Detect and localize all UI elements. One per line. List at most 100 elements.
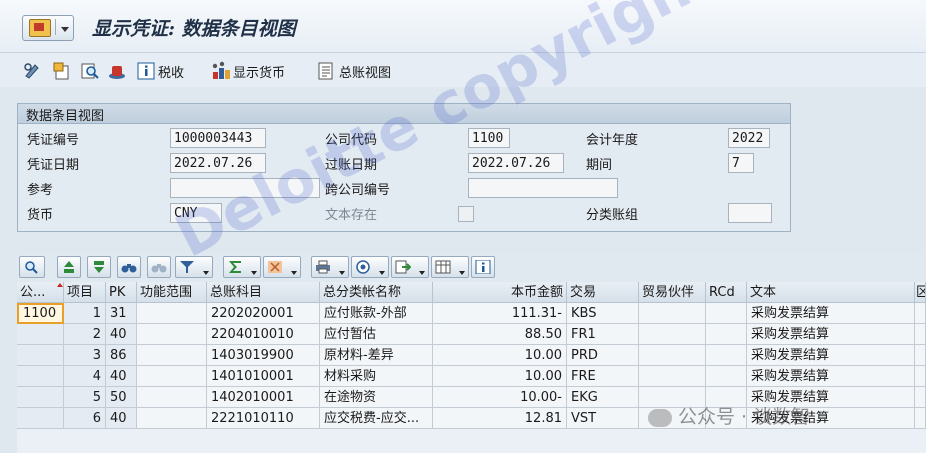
cell-text[interactable]: 采购发票结算: [747, 366, 915, 387]
cell-gl-name[interactable]: 应付暂估: [320, 324, 433, 345]
cell-company[interactable]: [17, 366, 64, 387]
ledger-icon[interactable]: [316, 61, 336, 81]
cell-rcd[interactable]: [706, 408, 747, 429]
cell-trading-partner[interactable]: [639, 345, 706, 366]
cell-transaction[interactable]: EKG: [567, 387, 639, 408]
cell-trading-partner[interactable]: [639, 303, 706, 324]
col-header-func-area[interactable]: 功能范围: [137, 282, 207, 303]
cell-transaction[interactable]: FRE: [567, 366, 639, 387]
cell-amount[interactable]: 111.31-: [433, 303, 567, 324]
col-header-rcd[interactable]: RCd: [706, 282, 747, 303]
col-header-gl-account[interactable]: 总账科目: [207, 282, 320, 303]
cell-func-area[interactable]: [137, 366, 207, 387]
gl-view-button[interactable]: 总账视图: [339, 62, 391, 81]
display-currency-button[interactable]: 显示货币: [233, 62, 285, 81]
cell-trading-partner[interactable]: [639, 408, 706, 429]
doc-no-field[interactable]: 1000003443: [170, 128, 266, 148]
display-change-icon[interactable]: [23, 61, 43, 81]
cell-transaction[interactable]: FR1: [567, 324, 639, 345]
cell-item[interactable]: 5: [64, 387, 106, 408]
cross-company-field[interactable]: [468, 178, 618, 198]
cell-trading-partner[interactable]: [639, 324, 706, 345]
cell-gl-account[interactable]: 1403019900: [207, 345, 320, 366]
cell-func-area[interactable]: [137, 408, 207, 429]
cell-item[interactable]: 6: [64, 408, 106, 429]
cell-amount[interactable]: 10.00: [433, 345, 567, 366]
text-exists-checkbox[interactable]: [458, 206, 474, 222]
cell-trading-partner[interactable]: [639, 366, 706, 387]
tax-button[interactable]: 税收: [158, 62, 184, 81]
cell-item[interactable]: 3: [64, 345, 106, 366]
cell-rcd[interactable]: [706, 303, 747, 324]
cell-extra[interactable]: [915, 345, 926, 366]
system-menu-button[interactable]: [22, 15, 74, 41]
cell-pk[interactable]: 40: [106, 366, 137, 387]
cell-extra[interactable]: [915, 408, 926, 429]
cell-amount[interactable]: 88.50: [433, 324, 567, 345]
fiscal-year-field[interactable]: 2022: [728, 128, 770, 148]
subtotal-button[interactable]: [263, 256, 301, 278]
cell-func-area[interactable]: [137, 324, 207, 345]
col-header-amount[interactable]: 本币金额: [433, 282, 567, 303]
cell-func-area[interactable]: [137, 345, 207, 366]
layout-button[interactable]: [431, 256, 469, 278]
cell-rcd[interactable]: [706, 366, 747, 387]
cell-gl-account[interactable]: 1401010001: [207, 366, 320, 387]
cell-transaction[interactable]: KBS: [567, 303, 639, 324]
cell-trading-partner[interactable]: [639, 387, 706, 408]
info-icon[interactable]: [136, 61, 156, 81]
cell-text[interactable]: 采购发票结算: [747, 345, 915, 366]
cell-company[interactable]: [17, 387, 64, 408]
sort-ascending-button[interactable]: [57, 256, 81, 278]
cell-amount[interactable]: 12.81: [433, 408, 567, 429]
period-field[interactable]: 7: [728, 153, 754, 173]
details-button[interactable]: [19, 256, 45, 278]
currency-icon[interactable]: [211, 61, 231, 81]
cell-transaction[interactable]: PRD: [567, 345, 639, 366]
sort-descending-button[interactable]: [87, 256, 111, 278]
doc-date-field[interactable]: 2022.07.26: [170, 153, 266, 173]
cell-gl-account[interactable]: 2204010010: [207, 324, 320, 345]
col-header-gl-name[interactable]: 总分类帐名称: [320, 282, 433, 303]
cell-gl-name[interactable]: 原材料-差异: [320, 345, 433, 366]
cell-item[interactable]: 2: [64, 324, 106, 345]
print-button[interactable]: [311, 256, 349, 278]
cell-gl-account[interactable]: 2202020001: [207, 303, 320, 324]
search-icon[interactable]: [80, 61, 100, 81]
cell-extra[interactable]: [915, 324, 926, 345]
cell-text[interactable]: 采购发票结算: [747, 303, 915, 324]
cell-rcd[interactable]: [706, 387, 747, 408]
cell-gl-account[interactable]: 1402010001: [207, 387, 320, 408]
cell-gl-name[interactable]: 在途物资: [320, 387, 433, 408]
cell-gl-name[interactable]: 应交税费-应交...: [320, 408, 433, 429]
col-header-company[interactable]: 公...: [17, 282, 64, 303]
cell-company[interactable]: [17, 324, 64, 345]
cell-gl-account[interactable]: 2221010110: [207, 408, 320, 429]
cell-pk[interactable]: 31: [106, 303, 137, 324]
cell-item[interactable]: 1: [64, 303, 106, 324]
cell-rcd[interactable]: [706, 345, 747, 366]
cell-company[interactable]: [17, 408, 64, 429]
find-next-button[interactable]: [147, 256, 171, 278]
cell-transaction[interactable]: VST: [567, 408, 639, 429]
col-header-item[interactable]: 项目: [64, 282, 106, 303]
cell-extra[interactable]: [915, 303, 926, 324]
hat-icon[interactable]: [107, 61, 127, 81]
cell-amount[interactable]: 10.00: [433, 366, 567, 387]
col-header-trading-partner[interactable]: 贸易伙伴: [639, 282, 706, 303]
cell-text[interactable]: 采购发票结算: [747, 408, 915, 429]
cell-company[interactable]: [17, 345, 64, 366]
export-button[interactable]: [391, 256, 429, 278]
cell-pk[interactable]: 50: [106, 387, 137, 408]
views-button[interactable]: [351, 256, 389, 278]
filter-button[interactable]: [175, 256, 213, 278]
reference-field[interactable]: [170, 178, 320, 198]
cell-func-area[interactable]: [137, 387, 207, 408]
cell-rcd[interactable]: [706, 324, 747, 345]
posting-date-field[interactable]: 2022.07.26: [468, 153, 564, 173]
cell-amount[interactable]: 10.00-: [433, 387, 567, 408]
company-code-field[interactable]: 1100: [468, 128, 510, 148]
col-header-pk[interactable]: PK: [106, 282, 137, 303]
cell-pk[interactable]: 40: [106, 408, 137, 429]
ledger-group-field[interactable]: [728, 203, 772, 223]
